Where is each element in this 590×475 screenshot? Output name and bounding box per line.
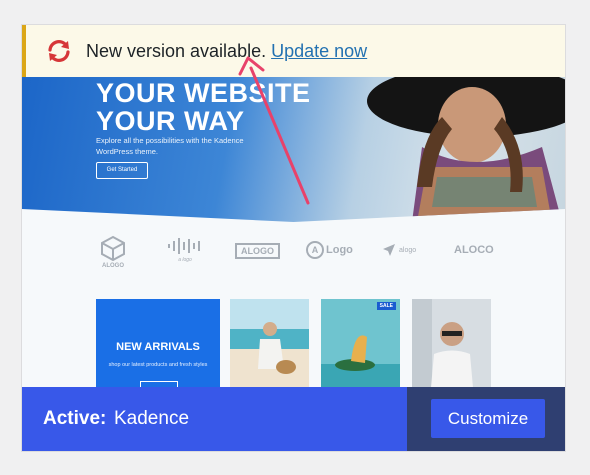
product-image-3 xyxy=(412,299,491,387)
update-now-link[interactable]: Update now xyxy=(271,41,367,62)
promo-tile: NEW ARRIVALS shop our latest products an… xyxy=(96,299,220,387)
skateboard-photo xyxy=(321,299,400,387)
logo-5-text: alogo xyxy=(399,246,417,254)
logo-2-text: a logo xyxy=(178,257,192,263)
update-icon xyxy=(48,40,70,62)
promo-title: NEW ARRIVALS xyxy=(116,341,200,353)
hero-title-line1: YOUR WEBSITE xyxy=(96,78,311,108)
circle-a-icon: A xyxy=(306,241,324,259)
paper-plane-icon xyxy=(383,244,395,256)
notice-message: New version available. xyxy=(86,40,267,61)
product-image-2: SALE xyxy=(321,299,400,387)
beach-photo xyxy=(230,299,309,387)
theme-footer: Active: Kadence Customize xyxy=(22,387,565,451)
logo-1-text: ALOGO xyxy=(102,263,124,269)
logo-5: alogo xyxy=(382,243,416,257)
theme-screenshot[interactable]: YOUR WEBSITE YOUR WAY Explore all the po… xyxy=(22,77,565,387)
logo-1: ALOGO xyxy=(98,235,128,269)
hero-title-line2: YOUR WAY xyxy=(96,106,245,136)
logo-4: A Logo xyxy=(306,241,353,259)
product-grid: NEW ARRIVALS shop our latest products an… xyxy=(22,299,565,387)
logo-3: ALOGO xyxy=(235,243,280,259)
logo-2: a logo xyxy=(165,237,205,263)
sale-badge: SALE xyxy=(376,302,396,310)
logo-4-text: Logo xyxy=(326,244,353,256)
product-image-1 xyxy=(230,299,309,387)
customize-button[interactable]: Customize xyxy=(431,399,545,438)
promo-subtitle: shop our latest products and fresh style… xyxy=(108,362,208,368)
hero-subtitle: Explore all the possibilities with the K… xyxy=(96,136,244,156)
cube-icon xyxy=(101,235,125,262)
hero-button: Get Started xyxy=(96,162,148,179)
theme-name: Kadence xyxy=(114,408,190,429)
active-label: Active: xyxy=(43,408,107,429)
logo-strip: ALOGO a logo ALOGO A Logo alogo ALOCO xyxy=(22,235,565,277)
hero-banner: YOUR WEBSITE YOUR WAY Explore all the po… xyxy=(22,77,565,222)
man-photo xyxy=(412,299,491,387)
theme-card[interactable]: New version available. Update now YOUR W… xyxy=(22,25,565,451)
update-notice: New version available. Update now xyxy=(22,25,565,77)
logo-6: ALOCO xyxy=(454,244,494,256)
soundwave-icon xyxy=(168,238,200,254)
hero-title: YOUR WEBSITE YOUR WAY xyxy=(96,79,311,135)
